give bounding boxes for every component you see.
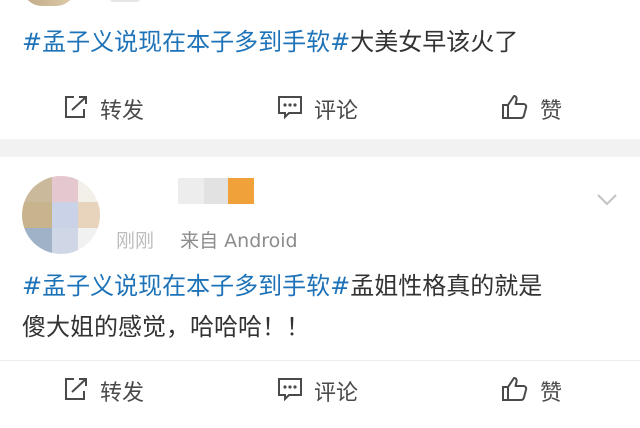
post-text-line2: 傻大姐的感觉，哈哈哈！！ bbox=[22, 309, 310, 345]
post-time: 刚刚 bbox=[116, 230, 155, 252]
like-icon bbox=[500, 93, 530, 125]
repost-button[interactable]: 转发 bbox=[62, 366, 144, 416]
repost-label: 转发 bbox=[100, 99, 145, 124]
post-source: 来自 Android bbox=[180, 230, 298, 252]
like-button[interactable]: 赞 bbox=[500, 84, 562, 134]
comment-label: 评论 bbox=[314, 381, 359, 406]
divider bbox=[0, 360, 640, 361]
previous-avatar-edge bbox=[22, 0, 76, 6]
comment-label: 评论 bbox=[314, 99, 359, 124]
topic-link[interactable]: #孟子义说现在本子多到手软# bbox=[22, 28, 350, 56]
topic-link[interactable]: #孟子义说现在本子多到手软# bbox=[22, 272, 350, 300]
card-separator bbox=[0, 139, 640, 157]
post-body-line2: 傻大姐的感觉，哈哈哈！！ bbox=[22, 313, 310, 341]
comment-icon bbox=[276, 94, 304, 124]
previous-name-edge bbox=[110, 0, 140, 2]
username-blurred[interactable] bbox=[178, 178, 258, 204]
post-text: #孟子义说现在本子多到手软#大美女早该火了 bbox=[22, 24, 518, 60]
action-bar: 转发 评论 赞 bbox=[0, 366, 640, 416]
action-bar: 转发 评论 赞 bbox=[0, 84, 640, 134]
post-body: 大美女早该火了 bbox=[350, 28, 519, 56]
post-text: #孟子义说现在本子多到手软#孟姐性格真的就是 bbox=[22, 268, 542, 304]
comment-button[interactable]: 评论 bbox=[276, 366, 358, 416]
repost-icon bbox=[62, 94, 90, 124]
repost-icon bbox=[62, 376, 90, 406]
post-meta: 刚刚 来自 Android bbox=[116, 226, 298, 253]
comment-button[interactable]: 评论 bbox=[276, 84, 358, 134]
post-body-line1: 孟姐性格真的就是 bbox=[350, 272, 543, 300]
like-label: 赞 bbox=[540, 99, 563, 124]
comment-icon bbox=[276, 376, 304, 406]
repost-button[interactable]: 转发 bbox=[62, 84, 144, 134]
like-icon bbox=[500, 375, 530, 407]
chevron-down-icon[interactable] bbox=[596, 192, 618, 208]
repost-label: 转发 bbox=[100, 381, 145, 406]
like-button[interactable]: 赞 bbox=[500, 366, 562, 416]
avatar[interactable] bbox=[22, 176, 100, 254]
like-label: 赞 bbox=[540, 381, 563, 406]
